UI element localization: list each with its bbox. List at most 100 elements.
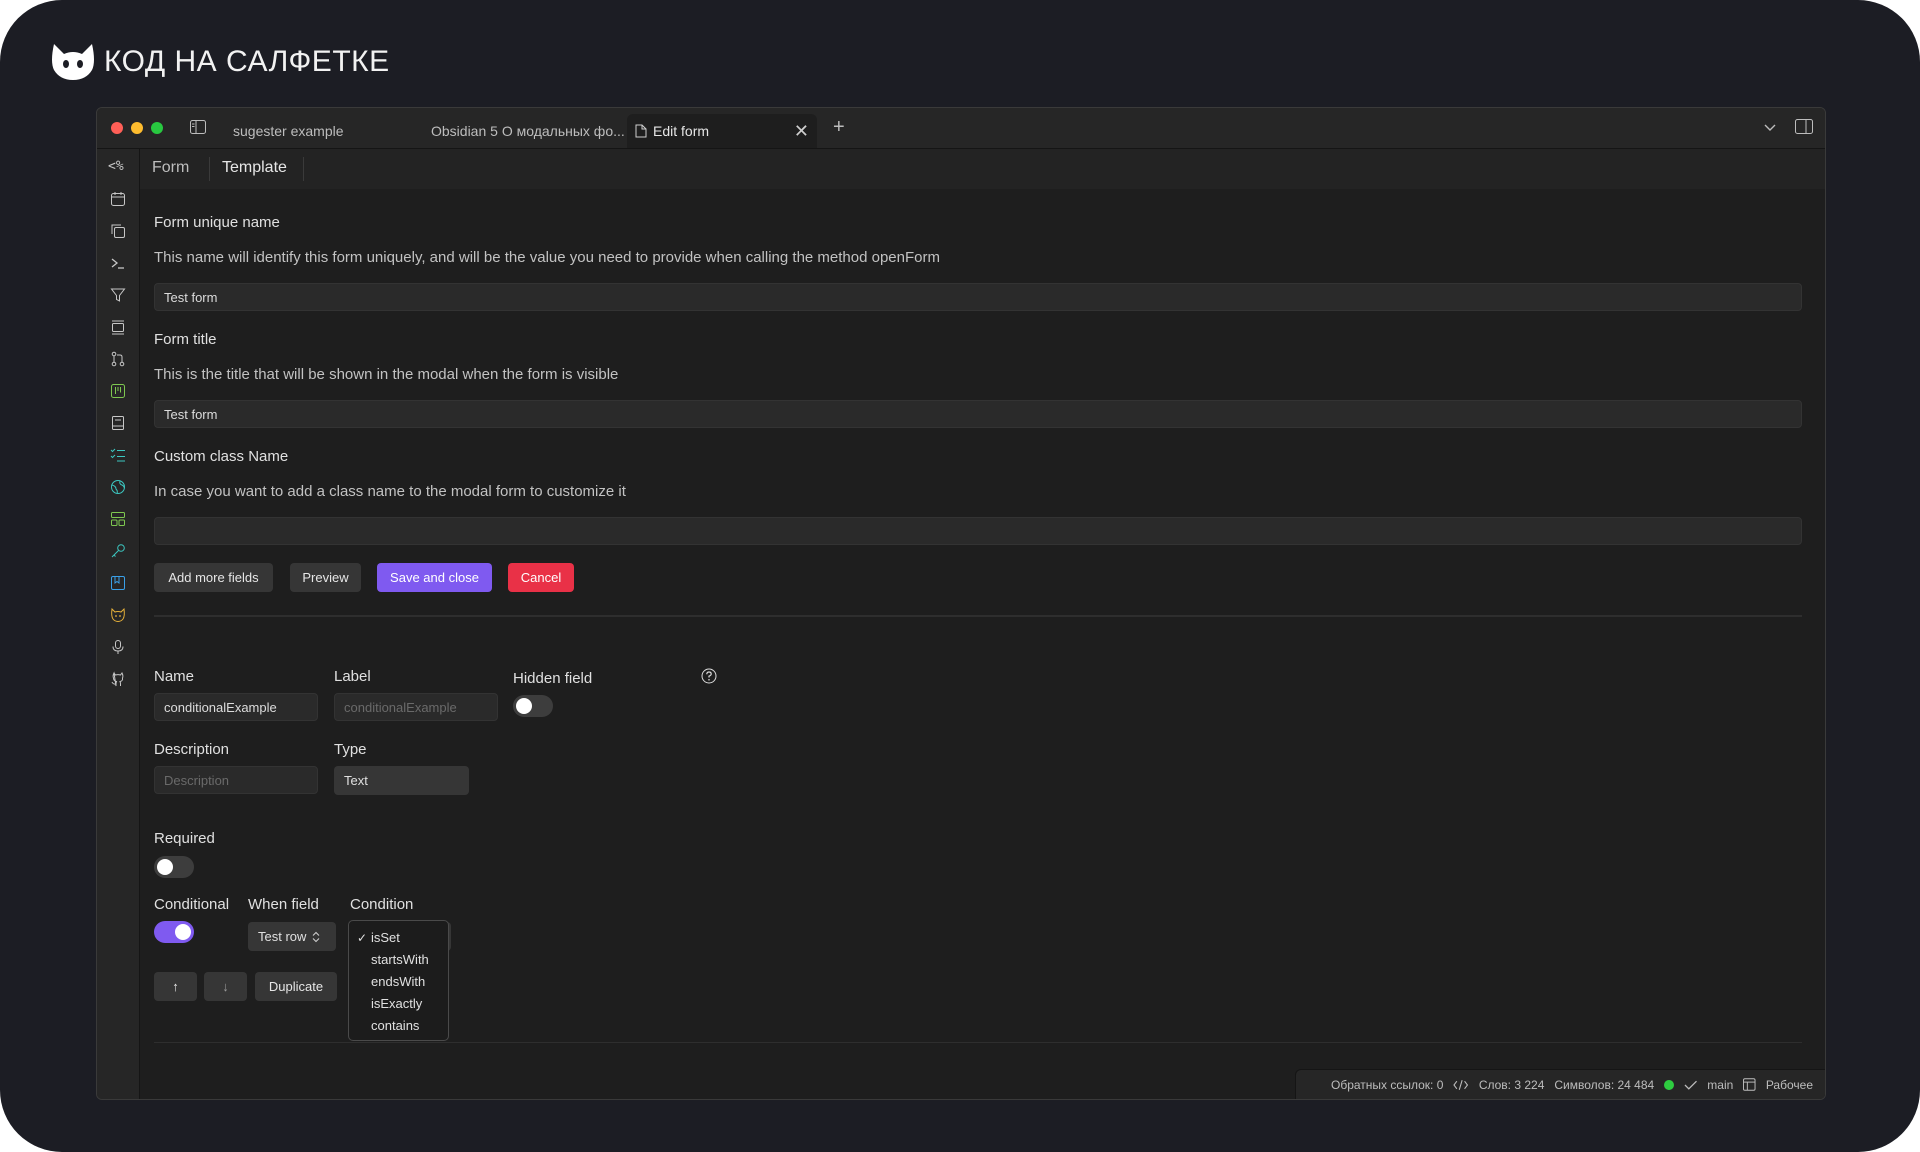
required-label: Required — [154, 830, 215, 847]
git-branch[interactable]: main — [1707, 1078, 1733, 1092]
key-icon[interactable] — [110, 543, 126, 559]
titlebar: sugester example Obsidian 5 О модальных … — [97, 108, 1825, 149]
bookmark-icon[interactable] — [110, 575, 126, 591]
form-unique-name-description: This name will identify this form unique… — [154, 249, 940, 266]
tab-divider — [303, 157, 304, 181]
layout-icon[interactable] — [110, 511, 126, 527]
left-ribbon: <% — [97, 149, 140, 1099]
templater-icon[interactable]: <% — [108, 159, 124, 174]
calendar-icon[interactable] — [110, 191, 126, 207]
condition-label: Condition — [350, 896, 414, 913]
workspace-name[interactable]: Рабочее — [1766, 1078, 1813, 1092]
selected-check-icon: ✓ — [357, 931, 368, 945]
condition-option-contains[interactable]: contains — [371, 1018, 419, 1033]
github-icon[interactable] — [110, 671, 126, 687]
app-window: sugester example Obsidian 5 О модальных … — [96, 107, 1826, 1100]
globe-icon[interactable] — [110, 479, 126, 495]
terminal-icon[interactable] — [110, 255, 126, 271]
close-window-button[interactable] — [111, 122, 123, 134]
filter-icon[interactable] — [110, 287, 126, 303]
sync-status-icon[interactable] — [1664, 1079, 1674, 1090]
hidden-field-label: Hidden field — [513, 670, 593, 687]
form-unique-name-input[interactable]: Test form — [154, 283, 1802, 311]
chevron-down-icon[interactable] — [1763, 120, 1777, 134]
field-type-select[interactable]: Text — [334, 766, 469, 795]
conditional-toggle[interactable] — [154, 921, 194, 943]
slides-icon[interactable] — [110, 319, 126, 335]
tab-form[interactable]: Form — [152, 159, 189, 177]
toggle-knob — [516, 698, 532, 714]
custom-class-input[interactable] — [154, 517, 1802, 545]
when-field-select[interactable]: Test row — [248, 922, 336, 951]
book-icon[interactable] — [110, 415, 126, 431]
section-divider — [154, 615, 1802, 617]
hidden-field-toggle[interactable] — [513, 695, 553, 717]
brand: КОД НА САЛФЕТКЕ — [50, 42, 390, 82]
backlinks-count[interactable]: Обратных ссылок: 0 — [1331, 1078, 1443, 1092]
condition-option-isset[interactable]: isSet — [371, 930, 400, 945]
sidebar-toggle-icon[interactable] — [190, 120, 206, 134]
form-title-input[interactable]: Test form — [154, 400, 1802, 428]
field-name-label: Name — [154, 668, 195, 685]
required-toggle[interactable] — [154, 856, 194, 878]
checkmark-icon[interactable] — [1684, 1079, 1697, 1091]
brand-text: КОД НА САЛФЕТКЕ — [104, 45, 390, 78]
tab-template[interactable]: Template — [222, 159, 287, 177]
tab-divider — [209, 157, 210, 181]
arrow-up-icon: ↑ — [172, 979, 179, 994]
field-description-label: Description — [154, 741, 230, 758]
add-more-fields-button[interactable]: Add more fields — [154, 563, 273, 592]
tab-sugester-example[interactable]: sugester example — [233, 114, 423, 148]
field-name-input[interactable]: conditionalExample — [154, 693, 318, 721]
tab-edit-form[interactable]: Edit form ✕ — [627, 114, 817, 148]
kanban-icon[interactable] — [110, 383, 126, 399]
git-pull-request-icon[interactable] — [110, 351, 126, 367]
form-subtabs: Form Template — [140, 149, 1825, 189]
custom-class-description: In case you want to add a class name to … — [154, 483, 626, 500]
cancel-button[interactable]: Cancel — [508, 563, 574, 592]
tab-label: sugester example — [233, 123, 344, 139]
condition-dropdown-menu: ✓ isSet startsWith endsWith isExactly co… — [348, 920, 449, 1041]
cat-plugin-icon[interactable] — [110, 607, 126, 623]
tab-label: Edit form — [653, 123, 710, 139]
tasks-icon[interactable] — [110, 447, 126, 463]
status-bar: Обратных ссылок: 0 Слов: 3 224 Символов:… — [1295, 1069, 1825, 1099]
condition-option-isexactly[interactable]: isExactly — [371, 996, 422, 1011]
field-type-label: Type — [334, 741, 367, 758]
section-divider — [154, 1042, 1802, 1043]
code-icon[interactable] — [1453, 1079, 1469, 1091]
right-sidebar-toggle-icon[interactable] — [1795, 119, 1813, 134]
toggle-knob — [157, 859, 173, 875]
arrow-down-icon: ↓ — [222, 979, 229, 994]
save-and-close-button[interactable]: Save and close — [377, 563, 492, 592]
field-type-value: Text — [344, 773, 368, 788]
duplicate-button[interactable]: Duplicate — [255, 972, 337, 1001]
cat-icon — [52, 44, 94, 80]
char-count: Символов: 24 484 — [1554, 1077, 1655, 1092]
field-description-input[interactable]: Description — [154, 766, 318, 794]
tab-obsidian-modal[interactable]: Obsidian 5 О модальных фо... — [431, 114, 627, 148]
updown-chevron-icon — [313, 931, 320, 942]
new-tab-button[interactable]: + — [833, 116, 845, 139]
tab-label: Obsidian 5 О модальных фо... — [431, 123, 625, 139]
preview-button[interactable]: Preview — [290, 563, 361, 592]
move-down-button[interactable]: ↓ — [204, 972, 247, 1001]
copy-icon[interactable] — [110, 223, 126, 239]
custom-class-label: Custom class Name — [154, 448, 289, 465]
form-title-description: This is the title that will be shown in … — [154, 366, 619, 383]
word-count: Слов: 3 224 — [1478, 1077, 1545, 1092]
form-title-label: Form title — [154, 331, 217, 348]
help-icon[interactable] — [701, 668, 717, 684]
conditional-label: Conditional — [154, 896, 230, 913]
minimize-window-button[interactable] — [131, 122, 143, 134]
maximize-window-button[interactable] — [151, 122, 163, 134]
microphone-icon[interactable] — [110, 639, 126, 655]
workspace-icon — [1743, 1078, 1756, 1091]
move-up-button[interactable]: ↑ — [154, 972, 197, 1001]
field-label-input[interactable]: conditionalExample — [334, 693, 498, 721]
screenshot-frame: КОД НА САЛФЕТКЕ sugester example Obsidia… — [0, 0, 1920, 1152]
close-tab-icon[interactable]: ✕ — [794, 122, 809, 140]
condition-option-startswith[interactable]: startsWith — [371, 952, 429, 967]
condition-option-endswith[interactable]: endsWith — [371, 974, 425, 989]
when-field-label: When field — [248, 896, 319, 913]
